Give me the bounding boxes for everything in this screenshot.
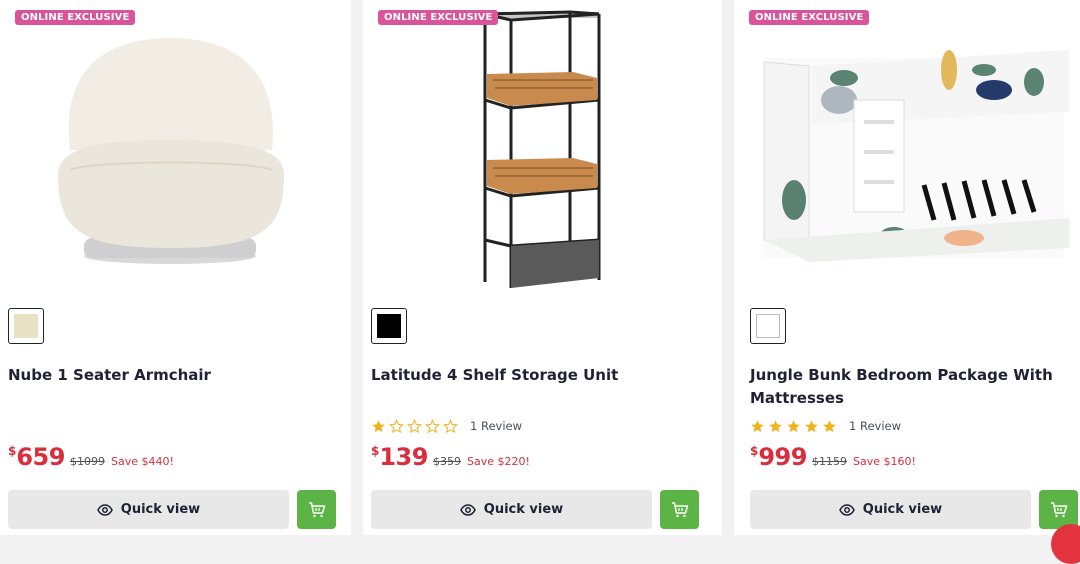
star-icon [769,419,782,432]
currency-symbol: $ [8,444,17,458]
save-amount: Save $440! [110,455,174,468]
swatch-fill [756,314,780,338]
eye-icon [96,503,113,516]
save-amount: Save $160! [852,455,916,468]
quick-view-button[interactable]: Quick view [750,490,1031,529]
color-swatch[interactable] [8,308,44,344]
online-exclusive-badge: ONLINE EXCLUSIVE [15,10,136,25]
eye-icon [838,503,855,516]
currency-symbol: $ [750,444,759,458]
quick-view-button[interactable]: Quick view [371,490,652,529]
sale-price: 139 [379,443,428,471]
cart-icon [1050,501,1067,517]
price: $ 139 $359 Save $220! [371,443,530,471]
sale-price: 659 [16,443,65,471]
star-icon [372,419,385,432]
review-count[interactable]: 1 Review [470,419,522,433]
product-image[interactable] [0,0,351,295]
star-icon [751,419,764,432]
rating[interactable]: 1 Review [750,417,901,435]
swatch-fill [14,314,38,338]
star-icon [823,419,836,432]
product-title[interactable]: Nube 1 Seater Armchair [8,364,343,387]
star-outline-icon [443,418,458,433]
star-icon [787,419,800,432]
product-title[interactable]: Jungle Bunk Bedroom Package With Mattres… [750,364,1072,410]
review-count[interactable]: 1 Review [849,419,901,433]
chat-launcher-button[interactable] [1051,524,1080,564]
product-card: ONLINE EXCLUSIVE Jungle Bunk Bedroom Pac… [734,0,1080,535]
online-exclusive-badge: ONLINE EXCLUSIVE [378,10,499,25]
sale-price: 999 [758,443,807,471]
rating[interactable]: 1 Review [371,417,522,435]
price: $ 659 $1099 Save $440! [8,443,174,471]
was-price: $1159 [811,455,847,468]
was-price: $1099 [69,455,105,468]
eye-icon [459,503,476,516]
cart-icon [671,501,688,517]
product-image[interactable] [734,0,1080,295]
quick-view-label: Quick view [862,502,943,517]
star-outline-icon [389,418,404,433]
quick-view-label: Quick view [120,502,201,517]
star-rating [371,418,458,434]
color-swatch[interactable] [371,308,407,344]
save-amount: Save $220! [466,455,530,468]
cart-icon [308,501,325,517]
star-outline-icon [407,418,422,433]
product-card: ONLINE EXCLUSIVE Nube 1 Seater Armchair … [0,0,351,535]
quick-view-button[interactable]: Quick view [8,490,289,529]
quick-view-label: Quick view [483,502,564,517]
product-card: ONLINE EXCLUSIVE Latitude 4 Shelf Storag… [363,0,722,535]
online-exclusive-badge: ONLINE EXCLUSIVE [749,10,870,25]
product-image[interactable] [363,0,722,295]
color-swatch[interactable] [750,308,786,344]
star-icon [805,419,818,432]
swatch-fill [377,314,401,338]
product-title[interactable]: Latitude 4 Shelf Storage Unit [371,364,714,387]
add-to-cart-button[interactable] [297,490,336,529]
currency-symbol: $ [371,444,380,458]
star-rating [750,419,837,434]
was-price: $359 [432,455,461,468]
star-outline-icon [425,418,440,433]
price: $ 999 $1159 Save $160! [750,443,916,471]
add-to-cart-button[interactable] [660,490,699,529]
